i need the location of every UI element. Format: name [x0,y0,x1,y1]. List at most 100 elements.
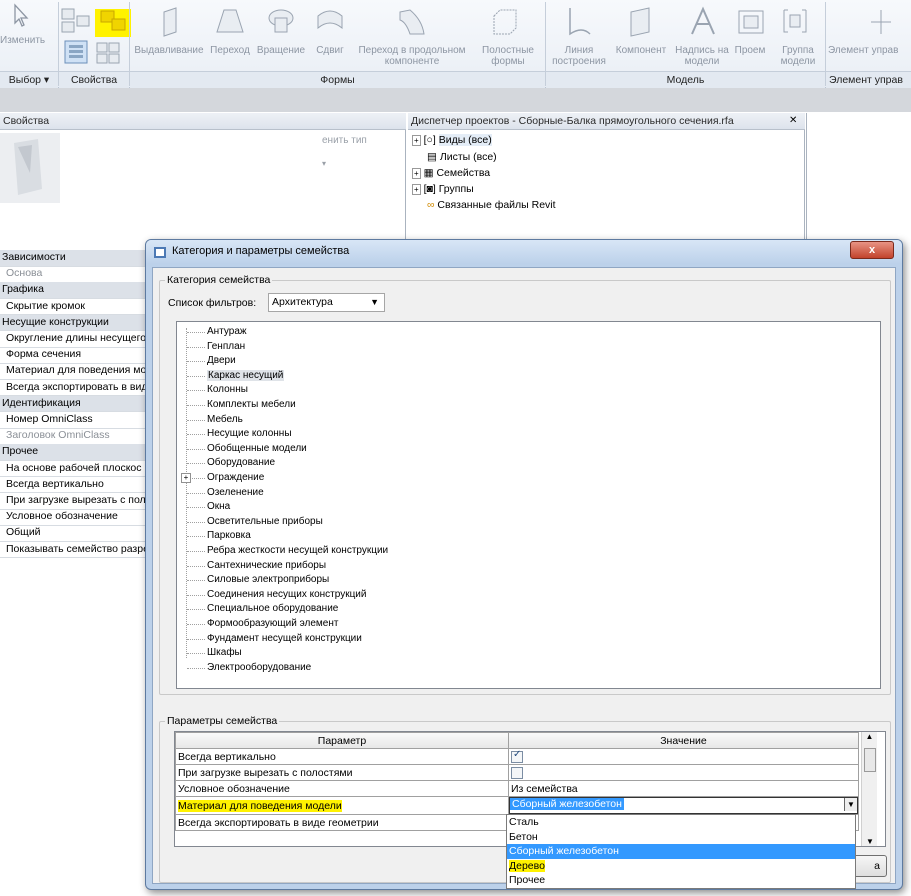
param-row[interactable]: Условное обозначение Из семейства [175,780,859,797]
category-item[interactable]: Силовые электроприборы [187,574,330,586]
sweep-icon [317,10,343,30]
modify-button[interactable]: Изменить [0,2,45,46]
material-option[interactable]: Дерево [507,859,855,874]
category-item[interactable]: Озеленение [187,487,264,498]
param-row[interactable]: Материал для поведения модели Сборный жел… [175,796,859,815]
property-row[interactable]: Условное обозначение [0,509,156,526]
swept-blend-button[interactable]: Переход в продольном компоненте [352,45,472,67]
extrusion-button[interactable]: Выдавливание [132,45,206,56]
category-item[interactable]: Комплекты мебели [187,399,296,410]
param-row[interactable]: Всегда вертикально ✓ [175,748,859,765]
swept-blend-icon [399,9,425,35]
param-value-cell[interactable]: ✓ [508,748,859,765]
category-item[interactable]: Шкафы [187,647,242,658]
revolve-button[interactable]: Вращение [255,45,307,56]
family-types-small-icon[interactable] [95,40,123,66]
category-item[interactable]: Каркас несущий [187,369,285,381]
filter-select[interactable]: Архитектура ▼ [268,293,385,312]
property-category[interactable]: Зависимости [0,250,152,267]
select-panel-label[interactable]: Выбор ▾ [0,71,58,88]
type-dropdown-arrow-icon[interactable]: ▾ [322,159,326,168]
param-value-cell[interactable]: Из семейства [508,780,859,797]
material-option[interactable]: Бетон [507,830,855,845]
category-item[interactable]: Парковка [187,530,251,541]
category-item[interactable]: Электрооборудование [187,662,311,673]
value-col-header[interactable]: Значение [508,732,859,749]
category-item[interactable]: Сантехнические приборы [187,560,326,571]
category-item[interactable]: Осветительные приборы [187,516,323,527]
category-item[interactable]: Фундамент несущей конструкции [187,633,362,644]
param-row[interactable]: При загрузке вырезать с полостями [175,764,859,781]
param-value-cell[interactable]: Сборный железобетон ▼ [508,796,859,815]
category-item[interactable]: Специальное оборудование [187,603,338,614]
scroll-down-icon[interactable]: ▼ [862,837,878,846]
tree-item-groups[interactable]: + [◙] Группы [412,183,474,195]
tree-item-linked-revit[interactable]: ∞ Связанные файлы Revit [427,199,556,211]
category-item[interactable]: Генплан [187,341,245,352]
category-item[interactable]: Соединения несущих конструкций [187,589,366,600]
category-item[interactable]: Двери [187,355,236,366]
property-row[interactable]: Заголовок OmniClass [0,428,156,445]
model-text-button[interactable]: Надпись на модели [674,45,730,67]
void-forms-button[interactable]: Полостные формы [474,45,542,67]
material-option[interactable]: Сталь [507,815,855,830]
property-row[interactable]: Основа [0,266,156,283]
category-item[interactable]: Несущие колонны [187,428,292,439]
material-dropdown-arrow-icon[interactable]: ▼ [844,798,857,811]
model-group-icon [783,9,807,33]
params-scrollbar[interactable]: ▲ ▼ [861,732,877,846]
edit-type-button[interactable]: енить тип [322,135,367,146]
material-option[interactable]: Прочее [507,873,855,888]
unchecked-checkbox[interactable] [511,766,523,779]
blend-button[interactable]: Переход [205,45,255,56]
tree-item-views[interactable]: + [○] Виды (все) [412,134,492,146]
material-option[interactable]: Сборный железобетон [507,844,855,859]
category-item[interactable]: Колонны [187,384,248,395]
property-row[interactable]: Общий [0,525,156,542]
property-row[interactable]: Скрытие кромок [0,299,156,316]
category-item[interactable]: Окна [187,501,230,512]
property-row[interactable]: Показывать семейство разре [0,542,156,559]
property-category[interactable]: Графика [0,282,152,299]
property-row[interactable]: Всегда экспортировать в вид [0,380,156,397]
category-label: Силовые электроприборы [207,574,330,586]
tree-item-sheets[interactable]: ▤ Листы (все) [427,151,497,163]
tree-item-families[interactable]: + ▦ Семейства [412,167,490,179]
reference-line-button[interactable]: Линия построения [548,45,610,67]
param-col-header[interactable]: Параметр [175,732,509,749]
property-row[interactable]: Материал для поведения мо [0,363,156,380]
property-category[interactable]: Несущие конструкции [0,314,152,332]
expand-icon[interactable]: + [181,473,191,483]
scroll-thumb[interactable] [864,748,876,772]
groups-icon: [◙] [423,183,436,195]
category-item[interactable]: Формообразующий элемент [187,618,338,629]
opening-button[interactable]: Проем [730,45,770,56]
category-item[interactable]: Оборудование [187,457,275,468]
component-button[interactable]: Компонент [608,45,674,56]
property-row[interactable]: При загрузке вырезать с пол [0,493,156,510]
property-row[interactable]: На основе рабочей плоскос [0,461,156,478]
category-item[interactable]: Обобщенные модели [187,443,307,454]
property-row[interactable]: Всегда вертикально [0,477,156,494]
properties-icon[interactable] [64,40,88,64]
param-value-cell[interactable] [508,764,859,781]
project-browser-close-button[interactable]: ✕ [789,115,797,126]
sweep-button[interactable]: Сдвиг [310,45,350,56]
property-category[interactable]: Идентификация [0,395,152,413]
category-item[interactable]: Ребра жесткости несущей конструкции [187,545,388,556]
property-row[interactable]: Форма сечения [0,347,156,364]
family-category-icon[interactable] [60,6,94,36]
model-group-button[interactable]: Группа модели [774,45,822,67]
tree-label-linked-revit: Связанные файлы Revit [437,199,556,211]
tree-connector [187,594,205,596]
property-row[interactable]: Номер OmniClass [0,412,156,429]
property-category[interactable]: Прочее [0,444,152,461]
category-item[interactable]: + Ограждение [181,472,264,483]
control-button[interactable]: Элемент управ [828,45,911,56]
property-row[interactable]: Округление длины несущего [0,331,156,348]
category-item[interactable]: Антураж [187,326,247,337]
scroll-up-icon[interactable]: ▲ [862,732,877,741]
category-item[interactable]: Мебель [187,414,243,425]
checked-checkbox[interactable]: ✓ [511,749,523,763]
dialog-close-button[interactable]: x [850,241,894,259]
